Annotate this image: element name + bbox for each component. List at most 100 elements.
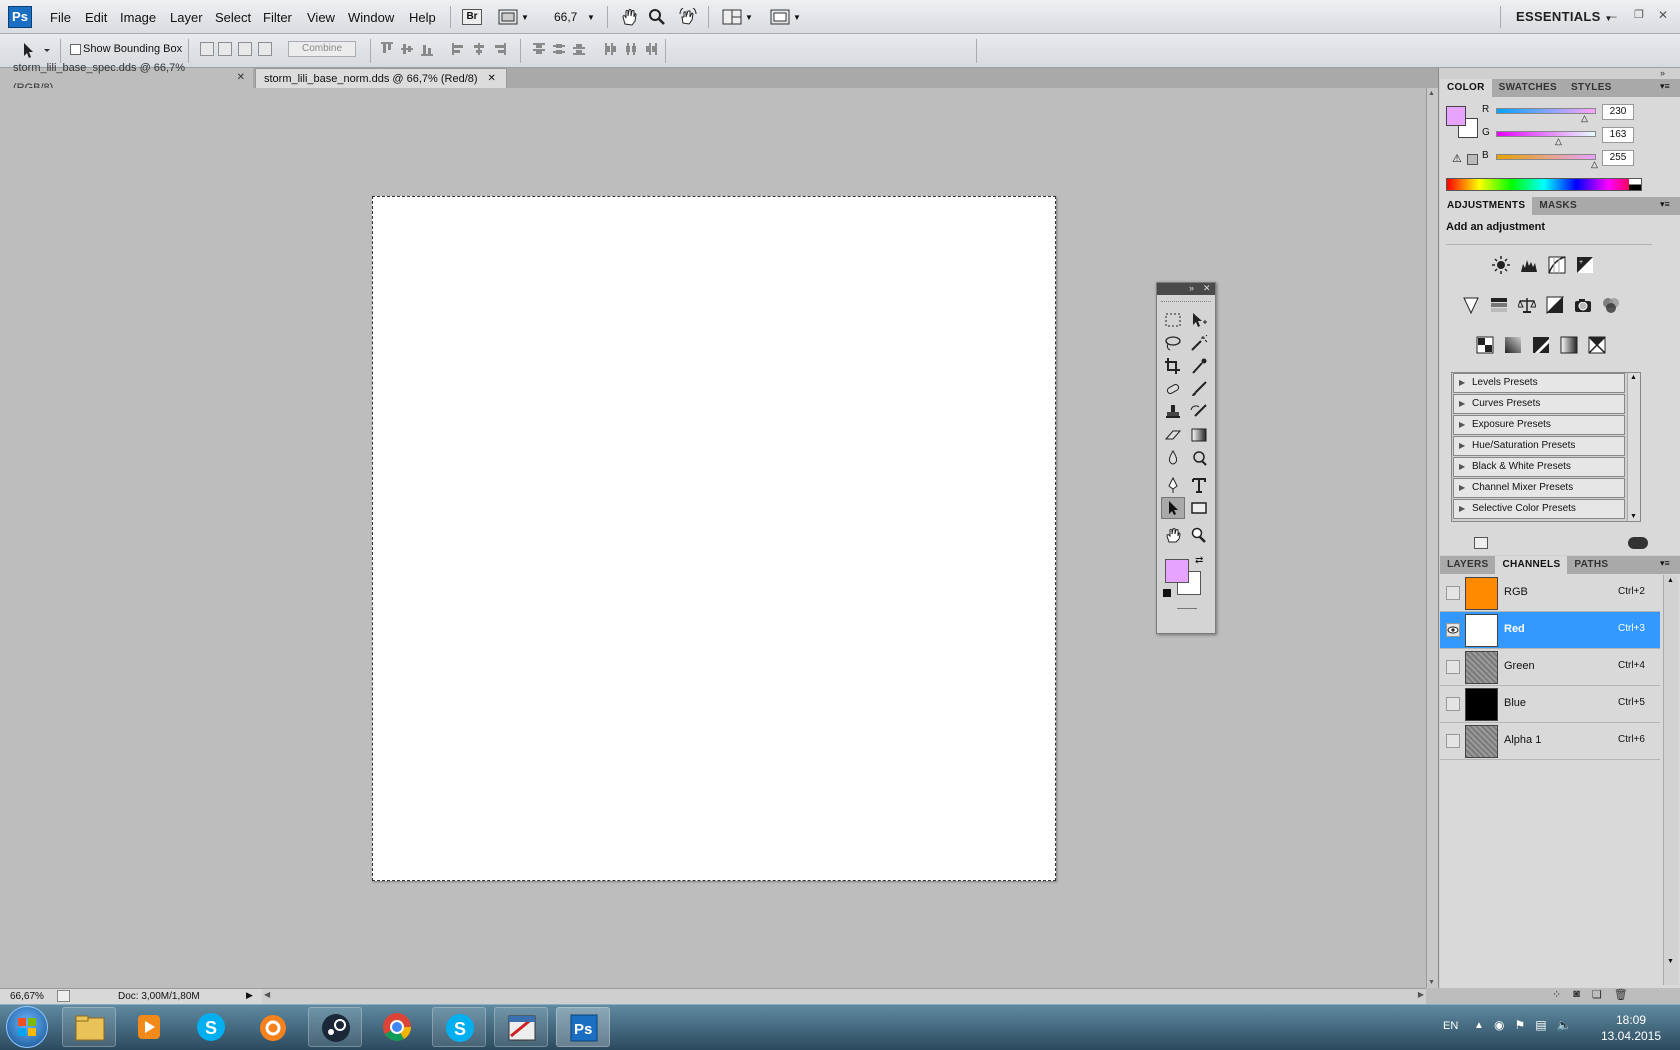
hand-tool[interactable] bbox=[1161, 524, 1185, 546]
hand-tool-button[interactable] bbox=[620, 6, 638, 28]
foreground-color-swatch-top[interactable] bbox=[1165, 559, 1189, 583]
web-safe-icon[interactable] bbox=[1467, 154, 1478, 165]
preset-black-white[interactable]: Black & White Presets bbox=[1453, 457, 1625, 477]
taskbar-skype[interactable]: S bbox=[184, 1007, 238, 1047]
horizontal-scrollbar[interactable]: ◀ ▶ bbox=[262, 988, 1426, 1004]
load-selection-icon[interactable]: ⁘ bbox=[1552, 988, 1561, 1001]
channel-mixer-icon[interactable] bbox=[1600, 294, 1622, 316]
quick-select-tool[interactable] bbox=[1187, 309, 1211, 331]
levels-icon[interactable] bbox=[1518, 254, 1540, 276]
scroll-up-icon[interactable]: ▲ bbox=[1630, 374, 1637, 381]
photoshop-logo-icon[interactable]: Ps bbox=[8, 6, 32, 28]
preset-channel-mixer[interactable]: Channel Mixer Presets bbox=[1453, 478, 1625, 498]
dodge-tool[interactable] bbox=[1187, 447, 1211, 469]
document-tab-spec[interactable]: storm_lili_base_spec.dds @ 66,7% (RGB/8)… bbox=[5, 62, 253, 94]
new-selection-icon[interactable] bbox=[200, 42, 214, 56]
align-top-icon[interactable] bbox=[380, 42, 394, 56]
restore-icon[interactable]: ❐ bbox=[1634, 8, 1644, 21]
menu-filter[interactable]: Filter bbox=[263, 10, 292, 25]
presets-scrollbar[interactable]: ▲ ▼ bbox=[1627, 373, 1640, 521]
scroll-up-icon[interactable]: ▲ bbox=[1428, 90, 1435, 97]
channel-row-red[interactable]: Red Ctrl+3 bbox=[1440, 612, 1660, 649]
clone-stamp-tool[interactable] bbox=[1161, 401, 1185, 423]
distribute-top-icon[interactable] bbox=[532, 42, 546, 56]
workspace-switcher[interactable]: ESSENTIALS ▼ bbox=[1516, 9, 1613, 24]
clip-to-layer-icon[interactable] bbox=[1628, 537, 1648, 549]
tools-panel-header[interactable]: » ✕ bbox=[1157, 283, 1215, 295]
crop-tool[interactable] bbox=[1161, 355, 1185, 377]
network-icon[interactable]: ▤ bbox=[1535, 1018, 1546, 1032]
color-panel-foreground[interactable] bbox=[1446, 106, 1466, 126]
path-selection-tool[interactable] bbox=[1161, 497, 1185, 519]
visibility-toggle[interactable] bbox=[1446, 734, 1460, 748]
black-white-icon[interactable] bbox=[1544, 294, 1566, 316]
color-balance-icon[interactable] bbox=[1516, 294, 1538, 316]
shape-tool[interactable] bbox=[1187, 497, 1211, 519]
color-spectrum-ramp[interactable] bbox=[1446, 178, 1642, 191]
blur-tool[interactable] bbox=[1161, 447, 1185, 469]
menu-edit[interactable]: Edit bbox=[85, 10, 107, 25]
taskbar-origin[interactable] bbox=[246, 1007, 300, 1047]
channel-row-alpha-1[interactable]: Alpha 1 Ctrl+6 bbox=[1440, 723, 1660, 760]
menu-layer[interactable]: Layer bbox=[170, 10, 203, 25]
align-vcenter-icon[interactable] bbox=[400, 42, 414, 56]
brightness-contrast-icon[interactable] bbox=[1490, 254, 1512, 276]
tab-channels[interactable]: CHANNELS bbox=[1495, 556, 1568, 574]
bridge-button[interactable]: Br bbox=[462, 6, 482, 28]
language-indicator[interactable]: EN bbox=[1443, 1020, 1458, 1032]
channels-scrollbar[interactable]: ▲ ▼ bbox=[1663, 575, 1678, 985]
default-colors-icon[interactable] bbox=[1163, 589, 1171, 597]
distribute-bottom-icon[interactable] bbox=[572, 42, 586, 56]
distribute-hcenter-icon[interactable] bbox=[624, 42, 638, 56]
taskbar-photoshop[interactable]: Ps bbox=[556, 1007, 610, 1047]
red-value-field[interactable]: 230 bbox=[1602, 104, 1634, 120]
subtract-selection-icon[interactable] bbox=[238, 42, 252, 56]
preset-curves[interactable]: Curves Presets bbox=[1453, 394, 1625, 414]
black-white-ramp[interactable] bbox=[1629, 179, 1641, 190]
history-brush-tool[interactable] bbox=[1187, 401, 1211, 423]
trash-icon[interactable]: 🗑 bbox=[1614, 988, 1628, 1001]
preset-levels[interactable]: Levels Presets bbox=[1453, 373, 1625, 393]
close-icon[interactable]: ✕ bbox=[237, 68, 245, 88]
marquee-tool[interactable] bbox=[1161, 309, 1185, 331]
channel-row-blue[interactable]: Blue Ctrl+5 bbox=[1440, 686, 1660, 723]
blue-value-field[interactable]: 255 bbox=[1602, 150, 1634, 166]
menu-image[interactable]: Image bbox=[120, 10, 156, 25]
quick-mask-icon[interactable] bbox=[1177, 608, 1197, 610]
scroll-down-icon[interactable]: ▼ bbox=[1667, 958, 1674, 965]
status-zoom-value[interactable]: 66,67% bbox=[10, 991, 44, 1002]
selective-color-icon[interactable] bbox=[1586, 334, 1608, 356]
healing-brush-tool[interactable] bbox=[1161, 378, 1185, 400]
scroll-up-icon[interactable]: ▲ bbox=[1667, 577, 1674, 584]
blue-slider-track[interactable] bbox=[1496, 154, 1596, 160]
collapse-panels-icon[interactable]: » bbox=[1660, 68, 1665, 78]
scroll-right-icon[interactable]: ▶ bbox=[1418, 990, 1424, 999]
photo-filter-icon[interactable] bbox=[1572, 294, 1594, 316]
taskbar-clock[interactable]: 18:09 13.04.2015 bbox=[1596, 1012, 1666, 1044]
menu-view[interactable]: View bbox=[307, 10, 335, 25]
vibrance-icon[interactable] bbox=[1460, 294, 1482, 316]
intersect-selection-icon[interactable] bbox=[258, 42, 272, 56]
panel-menu-icon[interactable]: ▾≡ bbox=[1660, 81, 1670, 92]
panel-menu-icon[interactable]: ▾≡ bbox=[1660, 558, 1670, 569]
tab-styles[interactable]: STYLES bbox=[1564, 79, 1619, 97]
collapse-icon[interactable]: » bbox=[1189, 283, 1194, 293]
channel-row-green[interactable]: Green Ctrl+4 bbox=[1440, 649, 1660, 686]
vertical-scrollbar[interactable]: ▲ ▼ bbox=[1426, 88, 1438, 988]
preset-selective-color[interactable]: Selective Color Presets bbox=[1453, 499, 1625, 519]
align-bottom-icon[interactable] bbox=[420, 42, 434, 56]
visibility-toggle[interactable] bbox=[1446, 660, 1460, 674]
tab-swatches[interactable]: SWATCHES bbox=[1492, 79, 1564, 97]
tab-color[interactable]: COLOR bbox=[1440, 79, 1492, 97]
menu-window[interactable]: Window bbox=[348, 10, 394, 25]
zoom-tool-button[interactable] bbox=[648, 6, 666, 28]
posterize-icon[interactable] bbox=[1502, 334, 1524, 356]
lasso-tool[interactable] bbox=[1161, 332, 1185, 354]
curves-icon[interactable] bbox=[1546, 254, 1568, 276]
show-bounding-box-checkbox[interactable] bbox=[70, 44, 81, 55]
action-center-flag-icon[interactable]: ⚑ bbox=[1514, 1018, 1525, 1032]
distribute-vcenter-icon[interactable] bbox=[552, 42, 566, 56]
brush-tool[interactable] bbox=[1187, 378, 1211, 400]
gamut-warning-icon[interactable]: ⚠ bbox=[1452, 152, 1462, 165]
status-options-icon[interactable] bbox=[57, 990, 70, 1002]
